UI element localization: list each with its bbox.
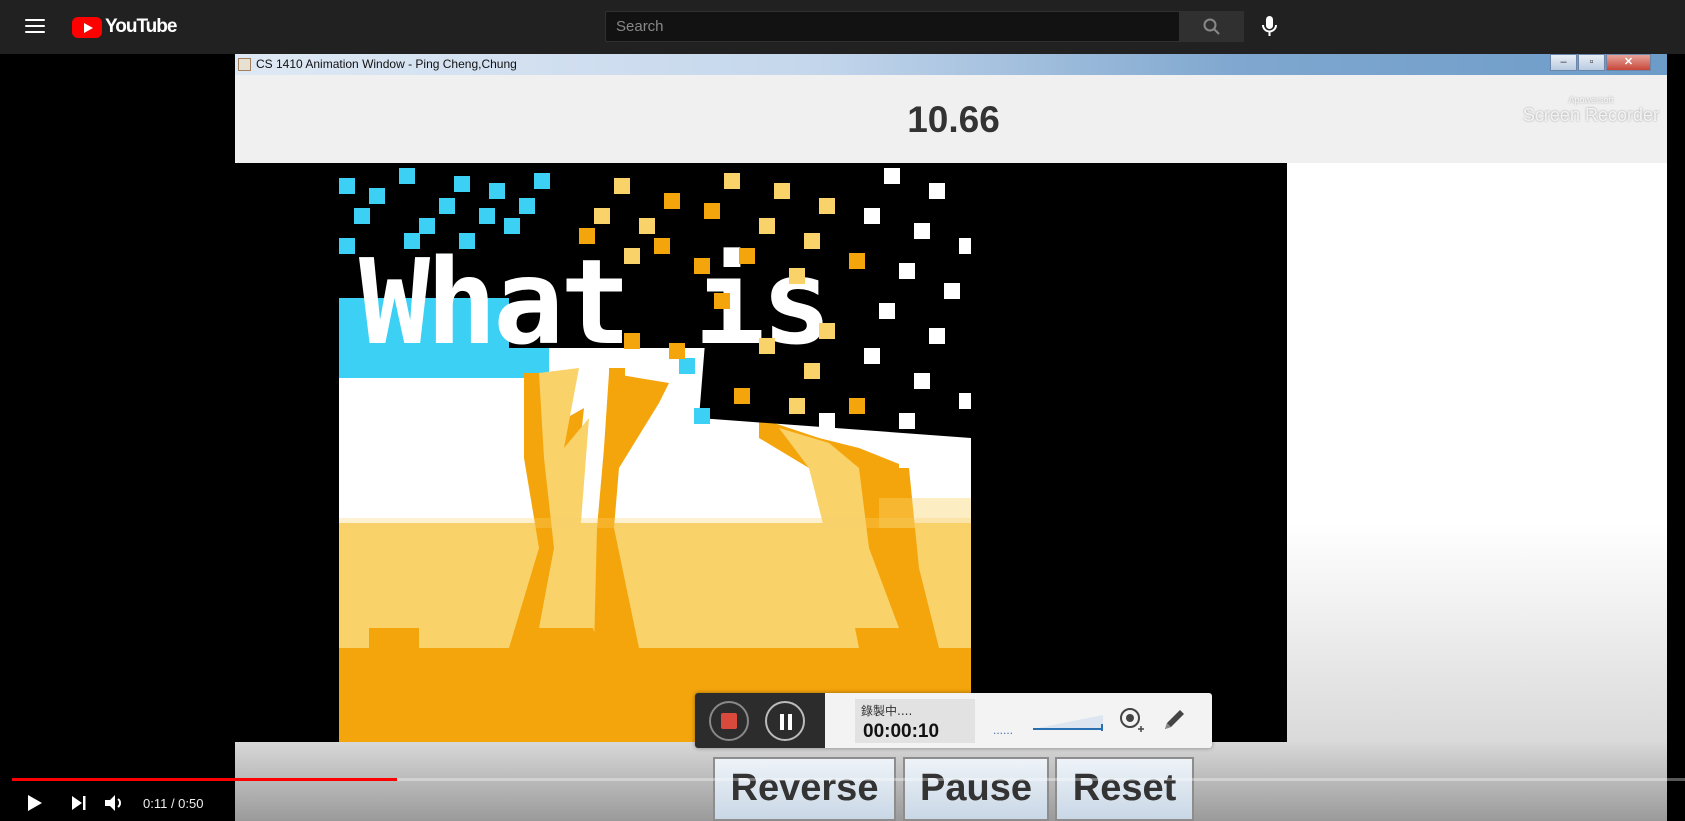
search-icon (1203, 18, 1220, 35)
player-controls: 0:11 / 0:50 (0, 785, 1685, 821)
youtube-play-logo-icon (72, 16, 102, 38)
microphone-icon (1262, 16, 1277, 36)
next-icon[interactable] (66, 791, 90, 815)
animation-canvas: What is (235, 163, 1287, 764)
window-title: CS 1410 Animation Window - Ping Cheng,Ch… (256, 57, 517, 71)
recorder-watermark: Apowersoft Screen Recorder (1523, 95, 1659, 126)
watermark-brand: Apowersoft (1568, 95, 1614, 105)
right-white-panel (1287, 163, 1667, 764)
webcam-icon[interactable] (1118, 707, 1144, 733)
counter-panel: 10.66 Apowersoft Screen Recorder (235, 75, 1667, 163)
microphone-button[interactable] (1256, 12, 1284, 40)
search-button[interactable] (1180, 11, 1244, 42)
watermark-text: Screen Recorder (1522, 105, 1659, 125)
recording-info: 錄製中.... 00:00:10 (855, 699, 975, 743)
search-input[interactable] (606, 12, 1179, 41)
time-display: 0:11 / 0:50 (143, 796, 204, 811)
pause-recording-button[interactable] (765, 701, 805, 741)
window-controls: – ▫ ✕ (1549, 54, 1651, 71)
progress-played (12, 778, 397, 781)
youtube-logo[interactable]: YouTube (72, 15, 177, 39)
audio-level-dots: ...... (993, 723, 1014, 737)
pixel-art-image: What is (339, 168, 971, 764)
recorder-controls (695, 693, 825, 748)
page: YouTube CS 1410 Animation Window - Ping … (0, 0, 1685, 821)
restore-button[interactable]: ▫ (1578, 54, 1605, 71)
play-icon[interactable] (22, 791, 46, 815)
java-app-icon (238, 58, 251, 71)
frame-counter: 10.66 (907, 99, 1000, 140)
animation-window-titlebar: CS 1410 Animation Window - Ping Cheng,Ch… (235, 54, 1667, 75)
youtube-header: YouTube (0, 0, 1685, 54)
pen-icon[interactable] (1161, 707, 1187, 733)
minimize-button[interactable]: – (1550, 54, 1577, 71)
logo-text: YouTube (105, 16, 177, 37)
search-box (605, 11, 1180, 42)
progress-bar[interactable] (12, 778, 1685, 781)
volume-icon[interactable] (102, 791, 126, 815)
screen-recorder-toolbar: 錄製中.... 00:00:10 ...... (695, 693, 1212, 748)
recording-status: 錄製中.... (861, 704, 913, 718)
recording-timer: 00:00:10 (863, 721, 940, 742)
canvas-text: What is (359, 233, 828, 371)
close-button[interactable]: ✕ (1606, 54, 1651, 71)
menu-icon[interactable] (22, 15, 48, 39)
stop-recording-button[interactable] (709, 701, 749, 741)
volume-slider[interactable] (1033, 713, 1103, 731)
